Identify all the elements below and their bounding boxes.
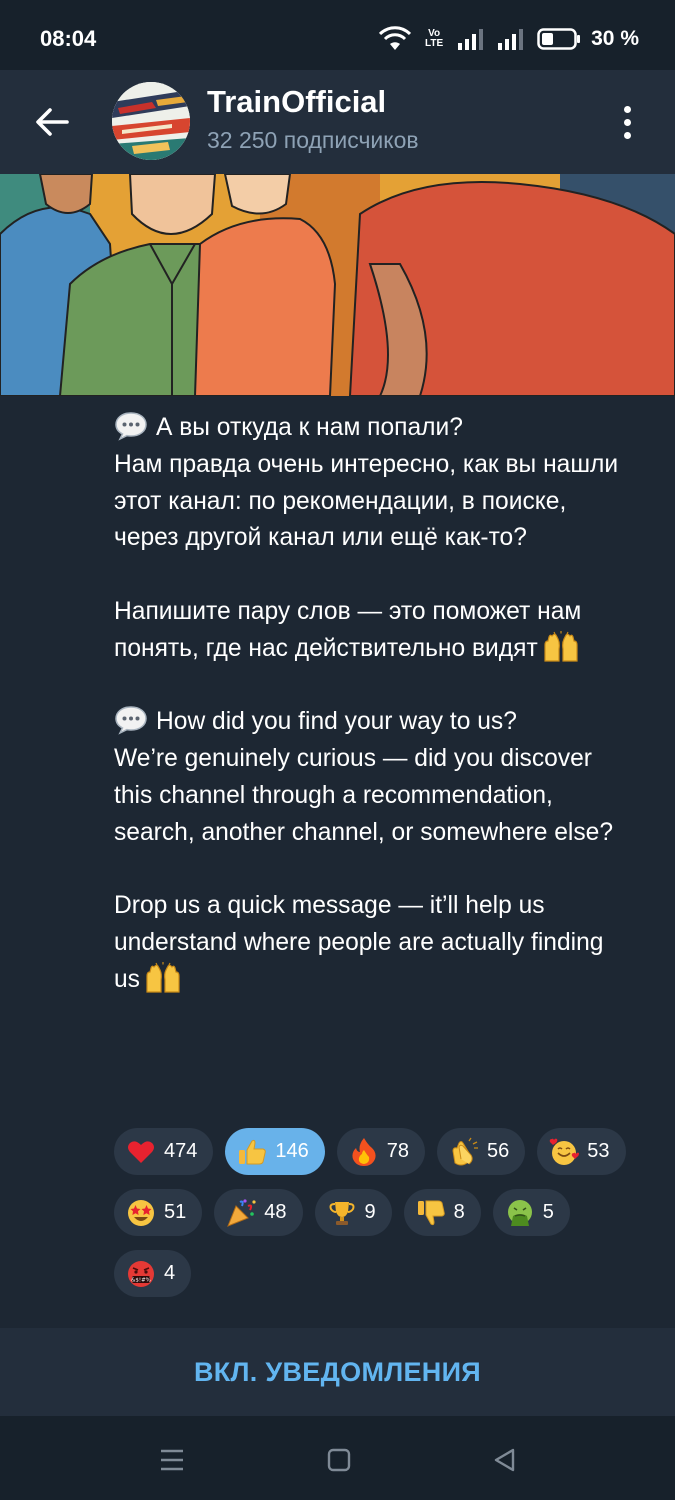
signal-2-icon	[498, 29, 524, 50]
raising-hands-icon	[544, 630, 578, 662]
nauseated-face-icon	[505, 1198, 535, 1228]
reaction-face-with-symbols[interactable]: &$!#% 4	[114, 1250, 192, 1297]
back-button[interactable]	[26, 96, 78, 148]
red-heart-icon	[126, 1137, 156, 1167]
back-triangle-icon	[494, 1448, 515, 1472]
battery-icon	[537, 28, 581, 50]
smiling-face-with-hearts-icon	[549, 1137, 580, 1167]
speech-bubble-icon	[115, 706, 147, 736]
system-back-button[interactable]	[485, 1440, 525, 1480]
thumbs-down-icon	[416, 1198, 446, 1228]
reaction-red-heart[interactable]: 474	[114, 1128, 214, 1175]
reaction-star-struck[interactable]: 51	[114, 1189, 203, 1236]
battery-percent: 30 %	[591, 27, 639, 50]
paragraph-en-question: How did you find your way to us? We’re g…	[114, 704, 634, 851]
reaction-smiling-face-with-hearts[interactable]: 53	[537, 1128, 626, 1175]
raising-hands-icon	[146, 961, 180, 993]
party-popper-icon	[226, 1198, 256, 1228]
post-message: А вы откуда к нам попали? Нам правда оче…	[114, 410, 634, 999]
reaction-trophy[interactable]: 9	[314, 1189, 392, 1236]
train-avatar-icon	[112, 82, 190, 160]
reaction-clapping-hands[interactable]: 56	[437, 1128, 526, 1175]
speech-bubble-icon	[115, 412, 147, 441]
thumbs-up-icon	[237, 1137, 267, 1167]
post-image[interactable]	[0, 174, 675, 396]
reaction-nauseated-face[interactable]: 5	[492, 1189, 570, 1236]
more-vertical-icon	[623, 105, 631, 113]
reactions-row: 474 146 78 56 53 51 48 9 8 5 &$!#% 4	[114, 1128, 634, 1297]
status-time: 08:04	[40, 26, 97, 51]
more-options-button[interactable]	[605, 98, 649, 146]
paragraph-ru-request: Напишите пару слов — это поможет нам пон…	[114, 597, 582, 662]
fire-icon	[349, 1137, 379, 1167]
reaction-thumbs-down[interactable]: 8	[403, 1189, 481, 1236]
recents-button[interactable]	[152, 1440, 192, 1480]
system-nav-bar	[0, 1416, 675, 1500]
recents-icon	[161, 1449, 183, 1471]
svg-text:&$!#%: &$!#%	[131, 1277, 151, 1283]
people-illustration	[0, 174, 675, 396]
paragraph-ru-question: А вы откуда к нам попали? Нам правда оче…	[114, 410, 634, 557]
signal-1-icon	[458, 29, 484, 50]
home-icon	[327, 1448, 351, 1472]
status-bar: 08:04 Vo LTE 30 %	[0, 0, 675, 70]
clapping-hands-icon	[449, 1137, 479, 1167]
reaction-party-popper[interactable]: 48	[214, 1189, 303, 1236]
channel-avatar[interactable]	[112, 82, 190, 160]
enable-notifications-button[interactable]: ВКЛ. УВЕДОМЛЕНИЯ	[0, 1328, 675, 1416]
channel-title[interactable]: TrainOfficial	[207, 84, 386, 120]
trophy-icon	[327, 1198, 357, 1228]
wifi-icon	[379, 26, 412, 50]
enable-notifications-label: ВКЛ. УВЕДОМЛЕНИЯ	[193, 1356, 482, 1387]
status-icons: Vo LTE 30 %	[379, 24, 639, 54]
arrow-left-icon	[36, 108, 69, 136]
reaction-fire[interactable]: 78	[336, 1128, 425, 1175]
face-with-symbols-icon: &$!#%	[126, 1259, 156, 1289]
star-struck-icon	[126, 1198, 156, 1228]
subscriber-count: 32 250 подписчиков	[207, 127, 419, 153]
volte-icon: Vo LTE	[425, 28, 444, 49]
channel-header: TrainOfficial 32 250 подписчиков	[0, 70, 675, 174]
reaction-thumbs-up[interactable]: 146	[225, 1128, 325, 1175]
paragraph-en-request: Drop us a quick message — it’ll help us …	[114, 892, 604, 993]
home-button[interactable]	[319, 1440, 359, 1480]
